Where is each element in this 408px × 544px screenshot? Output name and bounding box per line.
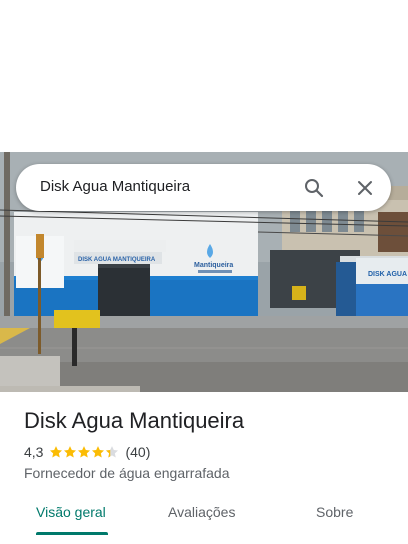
star-full-icon <box>92 446 105 458</box>
tab-reviews[interactable]: Avaliações <box>168 504 235 520</box>
tab-about[interactable]: Sobre <box>316 504 353 520</box>
svg-text:DISK AGUA MANTIQUEIRA: DISK AGUA MANTIQUEIRA <box>78 257 156 263</box>
rating-row[interactable]: 4,3 (40) <box>24 443 150 461</box>
star-rating <box>49 445 119 459</box>
search-icon[interactable] <box>300 174 328 202</box>
star-half-icon <box>106 446 119 458</box>
close-icon[interactable] <box>351 174 379 202</box>
place-tabs: Visão geral Avaliações Sobre <box>0 494 408 538</box>
active-tab-indicator <box>36 532 108 535</box>
tab-overview[interactable]: Visão geral <box>36 504 106 520</box>
svg-text:Mantiqueira: Mantiqueira <box>194 262 233 269</box>
rating-value: 4,3 <box>24 444 44 460</box>
review-count[interactable]: (40) <box>125 444 150 460</box>
search-input[interactable]: Disk Agua Mantiqueira <box>40 178 190 195</box>
svg-text:DISK AGUA: DISK AGUA <box>368 271 407 278</box>
star-full-icon <box>78 446 91 458</box>
place-title: Disk Agua Mantiqueira <box>24 408 245 433</box>
place-category: Fornecedor de água engarrafada <box>24 465 230 481</box>
search-bar[interactable]: Disk Agua Mantiqueira <box>16 164 391 211</box>
star-full-icon <box>64 446 77 458</box>
star-full-icon <box>50 446 63 458</box>
